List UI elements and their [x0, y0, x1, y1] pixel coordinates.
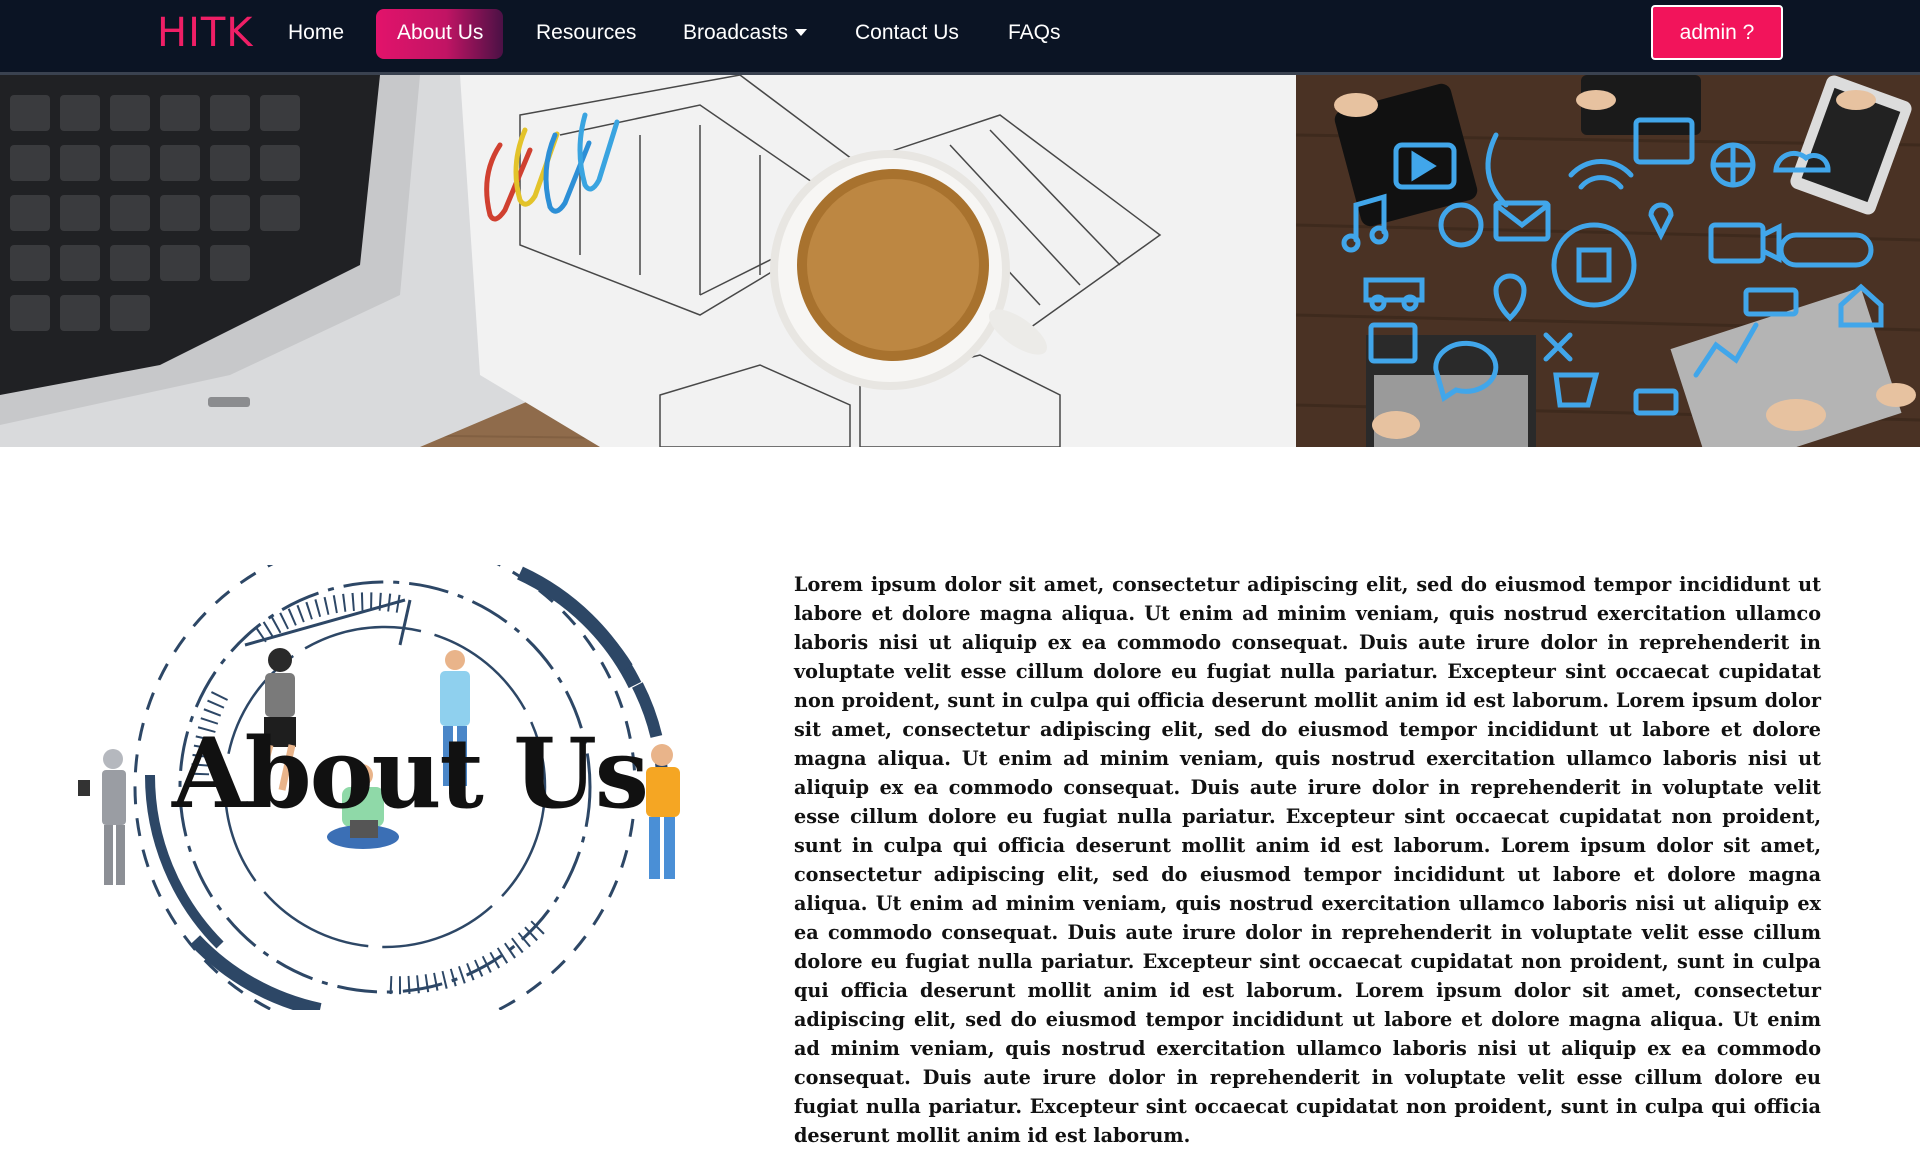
brand-logo[interactable]: HITK — [157, 10, 254, 56]
admin-button[interactable]: admin ? — [1651, 5, 1783, 60]
about-paragraph: Lorem ipsum dolor sit amet, consectetur … — [794, 573, 1821, 1148]
nav-link-broadcasts[interactable]: Broadcasts — [683, 18, 808, 54]
nav-link-contact-us[interactable]: Contact Us — [855, 18, 959, 54]
top-navbar: HITK Home About Us Resources Broadcasts … — [0, 0, 1920, 75]
hero-banner — [0, 75, 1920, 447]
nav-link-faqs[interactable]: FAQs — [1008, 18, 1061, 54]
nav-link-home[interactable]: Home — [288, 18, 344, 54]
hero-desk-image — [0, 75, 1296, 447]
hero-tech-image — [1296, 75, 1920, 447]
about-us-graphic-title: About Us — [172, 717, 649, 830]
nav-link-resources[interactable]: Resources — [536, 18, 636, 54]
nav-link-broadcasts-label: Broadcasts — [683, 21, 789, 44]
caret-down-icon — [795, 29, 808, 36]
nav-link-about-us[interactable]: About Us — [397, 18, 483, 54]
